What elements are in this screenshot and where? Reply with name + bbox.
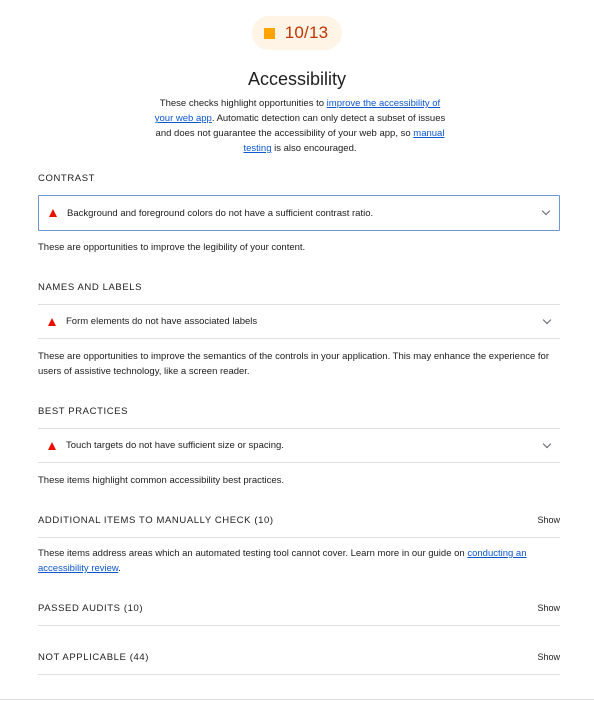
group-title-best-practices: BEST PRACTICES	[38, 406, 129, 417]
divider	[38, 674, 560, 675]
average-score-icon	[263, 27, 275, 39]
audit-target-size[interactable]: Touch targets do not have sufficient siz…	[38, 428, 560, 463]
audit-title: Background and foreground colors do not …	[67, 207, 374, 219]
category-title: Accessibility	[247, 69, 347, 89]
chevron-down-icon[interactable]	[542, 315, 552, 324]
category-description: These checks highlight opportunities to …	[154, 98, 446, 154]
divider	[38, 625, 560, 626]
group-description-best-practices: These items highlight common accessibili…	[38, 475, 285, 486]
audit-title: Form elements do not have associated lab…	[66, 316, 258, 327]
group-description-contrast: These are opportunities to improve the l…	[38, 242, 306, 253]
group-description-names-labels: These are opportunities to improve the s…	[38, 351, 549, 377]
bottom-divider	[0, 699, 594, 700]
divider	[38, 537, 560, 538]
group-title-passed[interactable]: PASSED AUDITS (10) Show	[38, 603, 560, 614]
fail-triangle-icon	[49, 209, 57, 217]
show-not-applicable-button[interactable]: Show	[537, 652, 560, 662]
audit-color-contrast[interactable]: Background and foreground colors do not …	[38, 195, 560, 231]
audit-title: Touch targets do not have sufficient siz…	[66, 440, 284, 451]
audit-label[interactable]: Form elements do not have associated lab…	[38, 304, 560, 339]
group-title-names-labels: NAMES AND LABELS	[38, 282, 143, 293]
score-badge: 10/13	[251, 16, 343, 50]
group-title-contrast: CONTRAST	[38, 173, 96, 184]
chevron-down-icon[interactable]	[542, 439, 552, 448]
score-value: 10/13	[284, 23, 329, 42]
group-title-manual[interactable]: ADDITIONAL ITEMS TO MANUALLY CHECK (10) …	[38, 515, 560, 526]
fail-triangle-icon	[48, 441, 56, 450]
group-title-not-applicable[interactable]: NOT APPLICABLE (44) Show	[38, 652, 560, 663]
show-passed-button[interactable]: Show	[537, 603, 560, 613]
fail-triangle-icon	[48, 317, 56, 326]
group-description-manual: These items address areas which an autom…	[38, 548, 527, 574]
chevron-down-icon[interactable]	[541, 206, 551, 216]
show-manual-button[interactable]: Show	[537, 515, 560, 525]
